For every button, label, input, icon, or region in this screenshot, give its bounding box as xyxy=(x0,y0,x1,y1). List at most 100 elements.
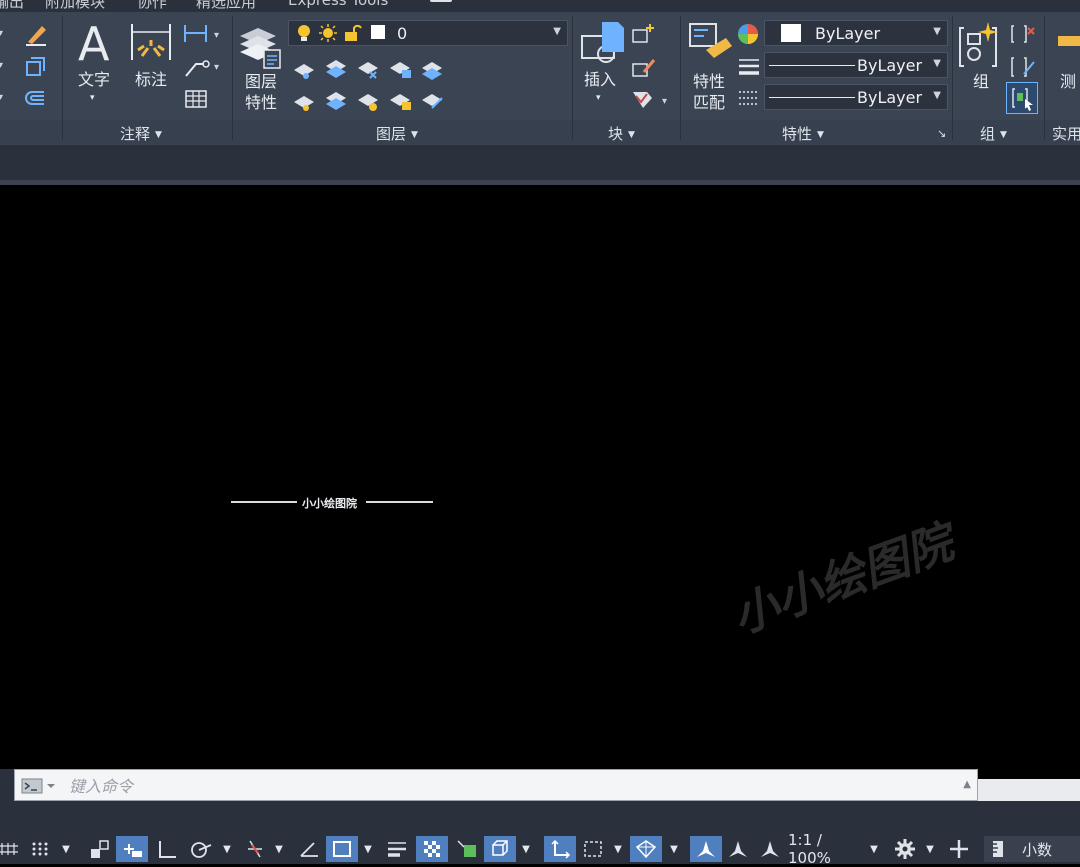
menu-item-collaborate[interactable]: 协作 xyxy=(137,0,167,12)
block-panel-title[interactable]: 块 ▼ xyxy=(608,123,635,144)
command-history-icon[interactable]: ▲ xyxy=(963,779,971,790)
command-input[interactable] xyxy=(67,773,951,799)
properties-panel-title[interactable]: 特性 ▼ xyxy=(782,123,824,144)
group-selection-icon[interactable] xyxy=(1006,82,1038,114)
group-panel-title[interactable]: 组 ▼ xyxy=(980,123,1007,144)
group-label[interactable]: 组 xyxy=(973,72,989,92)
group-icon[interactable] xyxy=(958,20,1004,74)
gizmo-dropdown-icon[interactable]: ▼ xyxy=(666,836,682,862)
layer-properties-label-1[interactable]: 图层 xyxy=(245,72,277,92)
color-wheel-icon[interactable] xyxy=(736,22,760,50)
layer-match-icon xyxy=(422,62,442,80)
menu-item-output[interactable]: 输出 xyxy=(0,0,24,12)
color-dropdown[interactable]: ByLayer ▼ xyxy=(764,20,948,46)
filter-dropdown-icon[interactable]: ▼ xyxy=(610,836,626,862)
layer-thaw-icon xyxy=(358,94,378,111)
ungroup-icon[interactable] xyxy=(1010,22,1036,50)
transparency-icon[interactable] xyxy=(416,836,448,862)
text-dropdown-icon[interactable]: ▾ xyxy=(90,88,95,108)
scale-dropdown-icon[interactable]: ▼ xyxy=(866,836,882,862)
gizmo-icon[interactable] xyxy=(630,836,662,862)
linetype-dropdown[interactable]: ByLayer ▼ xyxy=(764,52,948,78)
lineweight-preview xyxy=(769,97,855,98)
text-icon[interactable]: A xyxy=(76,17,116,71)
dialog-launcher-icon[interactable]: ↘ xyxy=(937,127,946,140)
explode-icon[interactable] xyxy=(22,54,48,84)
annotation-visibility-icon[interactable] xyxy=(690,836,722,862)
layer-properties-icon[interactable] xyxy=(236,20,286,78)
object-snap-icon[interactable] xyxy=(326,836,358,862)
3d-object-snap-icon[interactable] xyxy=(484,836,516,862)
menu-item-featured-apps[interactable]: 精选应用 xyxy=(196,0,256,12)
lineweight-toggle-icon[interactable] xyxy=(382,836,412,862)
chevron-down-icon: ▼ xyxy=(553,26,561,37)
polar-dropdown-icon[interactable]: ▼ xyxy=(220,836,234,862)
dimension-label[interactable]: 标注 xyxy=(135,70,167,90)
table-icon[interactable] xyxy=(184,88,208,114)
object-snap-tracking-icon[interactable] xyxy=(294,836,324,862)
create-block-icon[interactable] xyxy=(630,22,658,50)
lineweight-icon[interactable] xyxy=(738,56,760,82)
insert-label[interactable]: 插入 xyxy=(584,70,616,90)
layers-panel-title[interactable]: 图层 ▼ xyxy=(376,123,418,144)
grid-icon[interactable] xyxy=(0,836,20,862)
polar-tracking-icon[interactable] xyxy=(184,836,220,862)
snap-dropdown-icon[interactable]: ▼ xyxy=(56,836,76,862)
svg-text:▾: ▾ xyxy=(0,60,3,71)
linear-dimension-icon[interactable]: ▾ xyxy=(182,22,226,52)
ruler-icon xyxy=(990,839,1006,859)
current-layer-name: 0 xyxy=(397,24,408,43)
dimension-icon[interactable] xyxy=(128,20,174,70)
text-label[interactable]: 文字 xyxy=(78,70,110,90)
3d-snap-dropdown-icon[interactable]: ▼ xyxy=(518,836,534,862)
offset-icon[interactable] xyxy=(22,86,48,116)
edit-block-icon[interactable] xyxy=(630,56,658,84)
linetype-icon[interactable] xyxy=(738,88,760,114)
layer-properties-label-2[interactable]: 特性 xyxy=(245,93,277,113)
measure-icon[interactable] xyxy=(1056,34,1080,54)
group-edit-icon[interactable] xyxy=(1010,54,1036,84)
units-control[interactable]: 小数 xyxy=(984,836,1080,862)
menu-item-express-tools[interactable]: Express Tools xyxy=(288,0,388,9)
sun-icon xyxy=(318,23,338,47)
layer-walk-icon xyxy=(422,94,443,109)
lineweight-dropdown[interactable]: ByLayer ▼ xyxy=(764,84,948,110)
match-properties-label-1[interactable]: 特性 xyxy=(693,72,725,92)
ortho-icon[interactable] xyxy=(152,836,182,862)
annotation-panel-title[interactable]: 注释 ▼ xyxy=(120,123,162,144)
drawing-canvas[interactable]: 小小绘图院 小小绘图院 xyxy=(0,185,1080,775)
layer-tools-row-1 xyxy=(290,54,450,86)
utilities-panel-title[interactable]: 实用 xyxy=(1052,123,1080,144)
ribbon: ▾ ▾ ▾ A 文字 ▾ 标注 ▾ ▾ 注释 ▼ 图层 特性 0 ▼ 图层 ▼ 插 xyxy=(0,12,1080,145)
osnap-dropdown-icon[interactable]: ▼ xyxy=(360,836,376,862)
workspace-dropdown-icon[interactable]: ▼ xyxy=(922,836,938,862)
auto-scale-icon[interactable] xyxy=(724,836,752,862)
leader-icon[interactable]: ▾ xyxy=(182,54,226,84)
command-prompt-icon[interactable] xyxy=(21,778,61,798)
selection-cycling-icon[interactable] xyxy=(452,836,482,862)
plus-icon[interactable] xyxy=(944,836,974,862)
isodraft-icon[interactable] xyxy=(240,836,270,862)
erase-icon[interactable] xyxy=(22,20,50,52)
snap-grid-icon[interactable] xyxy=(26,836,54,862)
command-line[interactable]: ▲ xyxy=(14,769,978,801)
arrow-small-icon[interactable]: ▾ ▾ ▾ xyxy=(0,22,8,116)
gear-icon[interactable] xyxy=(890,836,920,862)
command-grip[interactable] xyxy=(0,769,14,801)
match-properties-label-2[interactable]: 匹配 xyxy=(693,93,725,113)
insert-dropdown-icon[interactable]: ▾ xyxy=(596,88,601,108)
infer-constraints-icon[interactable] xyxy=(84,836,114,862)
match-properties-icon[interactable] xyxy=(688,20,734,74)
layer-dropdown[interactable]: 0 ▼ xyxy=(288,20,568,46)
annotation-scale-value[interactable]: 1:1 / 100% xyxy=(788,831,868,867)
annotation-scale-icon[interactable] xyxy=(756,836,784,862)
selection-filter-icon[interactable] xyxy=(578,836,608,862)
isodraft-dropdown-icon[interactable]: ▼ xyxy=(272,836,286,862)
dynamic-input-icon[interactable] xyxy=(116,836,148,862)
dynamic-ucs-icon[interactable] xyxy=(544,836,576,862)
block-attributes-icon[interactable]: ▾ xyxy=(630,88,674,116)
menu-item-addins[interactable]: 附加模块 xyxy=(45,0,105,12)
measure-label[interactable]: 测 xyxy=(1060,72,1076,92)
workspace-switch-icon[interactable] xyxy=(430,0,452,2)
insert-block-icon[interactable] xyxy=(578,18,626,76)
